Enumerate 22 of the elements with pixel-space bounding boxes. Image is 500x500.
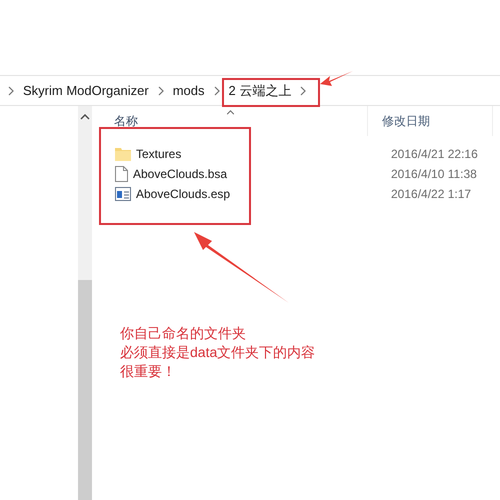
- file-name[interactable]: AboveClouds.esp: [136, 187, 230, 201]
- breadcrumb-item[interactable]: Skyrim ModOrganizer: [23, 83, 149, 98]
- annotation-arrow: [320, 70, 354, 88]
- column-header[interactable]: 名称: [114, 112, 138, 130]
- scroll-up-icon[interactable]: [80, 114, 90, 120]
- chevron-icon[interactable]: [158, 86, 164, 96]
- chevron-icon[interactable]: [8, 86, 14, 96]
- breadcrumb-item[interactable]: 2 云端之上: [228, 82, 292, 100]
- annotation-text: 你自己命名的文件夹 必须直接是data文件夹下的内容 很重要！: [120, 324, 316, 381]
- chevron-icon[interactable]: [214, 86, 220, 96]
- modified-date: 2016/4/21 22:16: [391, 147, 478, 161]
- breadcrumb-item[interactable]: mods: [172, 83, 204, 98]
- column-header[interactable]: 修改日期: [382, 112, 430, 130]
- folder-icon: [115, 147, 131, 161]
- file-name[interactable]: AboveClouds.bsa: [133, 167, 228, 181]
- modified-date: 2016/4/22 1:17: [391, 187, 472, 201]
- modified-date: 2016/4/10 11:38: [391, 167, 477, 181]
- plugin-file-icon: [115, 187, 131, 201]
- file-name[interactable]: Textures: [136, 147, 182, 161]
- scrollbar-thumb[interactable]: [78, 280, 92, 500]
- chevron-icon[interactable]: [300, 86, 306, 96]
- file-icon: [115, 166, 128, 182]
